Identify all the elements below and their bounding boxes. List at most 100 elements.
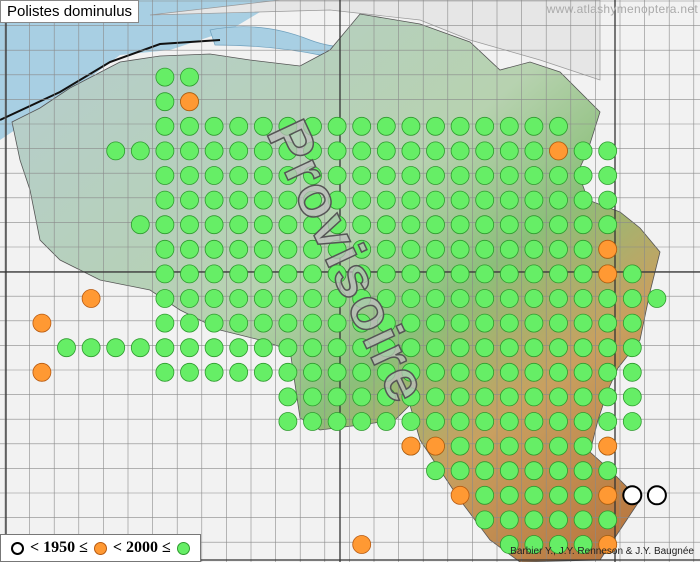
record-green-dot	[524, 190, 544, 210]
record-green-dot	[426, 264, 445, 284]
record-green-dot	[573, 166, 593, 185]
record-green-dot	[598, 166, 618, 185]
record-green-dot	[450, 289, 470, 308]
record-green-dot	[352, 141, 372, 161]
record-green-dot	[475, 436, 495, 456]
record-green-dot	[598, 461, 618, 481]
record-green-dot	[401, 166, 421, 185]
record-green-dot	[426, 166, 445, 185]
record-green-dot	[401, 141, 421, 161]
record-green-dot	[573, 510, 593, 530]
record-orange-dot	[32, 362, 52, 382]
record-green-dot	[327, 362, 347, 382]
record-orange-dot	[426, 436, 445, 456]
record-green-dot	[253, 338, 273, 358]
record-green-dot	[180, 362, 199, 382]
record-green-dot	[376, 116, 396, 136]
record-green-dot	[204, 166, 224, 185]
record-green-dot	[229, 239, 249, 259]
record-green-dot	[475, 338, 495, 358]
record-green-dot	[524, 116, 544, 136]
record-green-dot	[524, 436, 544, 456]
record-green-dot	[598, 141, 618, 161]
record-green-dot	[475, 190, 495, 210]
record-green-dot	[253, 313, 273, 333]
record-green-dot	[450, 166, 470, 185]
record-green-dot	[499, 166, 519, 185]
record-green-dot	[475, 387, 495, 407]
record-green-dot	[303, 313, 322, 333]
record-green-dot	[598, 510, 618, 530]
record-green-dot	[450, 313, 470, 333]
record-green-dot	[204, 313, 224, 333]
record-green-dot	[401, 264, 421, 284]
record-green-dot	[499, 190, 519, 210]
record-green-dot	[180, 67, 199, 87]
record-green-dot	[155, 92, 175, 112]
record-green-dot	[229, 289, 249, 308]
record-green-dot	[598, 289, 618, 308]
record-green-dot	[303, 338, 322, 358]
record-green-dot	[622, 264, 642, 284]
record-green-dot	[475, 412, 495, 431]
record-green-dot	[524, 313, 544, 333]
record-green-dot	[155, 166, 175, 185]
record-green-dot	[426, 313, 445, 333]
record-green-dot	[229, 116, 249, 136]
record-green-dot	[180, 166, 199, 185]
record-green-dot	[278, 264, 298, 284]
record-green-dot	[229, 362, 249, 382]
record-green-dot	[327, 412, 347, 431]
record-green-dot	[229, 264, 249, 284]
record-green-dot	[450, 190, 470, 210]
record-green-dot	[426, 239, 445, 259]
record-green-dot	[499, 141, 519, 161]
record-green-dot	[155, 313, 175, 333]
map-title: Polistes dominulus	[0, 0, 140, 23]
record-orange-dot	[81, 289, 101, 308]
record-green-dot	[475, 289, 495, 308]
record-orange-dot	[401, 436, 421, 456]
record-green-dot	[450, 362, 470, 382]
record-green-dot	[180, 190, 199, 210]
record-green-dot	[376, 412, 396, 431]
website-url[interactable]: www.atlashymenoptera.net	[547, 2, 698, 16]
record-green-dot	[229, 166, 249, 185]
record-green-dot	[303, 387, 322, 407]
record-green-dot	[524, 166, 544, 185]
record-orange-dot	[549, 141, 568, 161]
record-green-dot	[278, 338, 298, 358]
record-green-dot	[499, 313, 519, 333]
record-green-dot	[524, 510, 544, 530]
record-green-dot	[499, 215, 519, 235]
record-green-dot	[278, 289, 298, 308]
legend-green-circle-icon	[176, 541, 190, 555]
record-green-dot	[598, 387, 618, 407]
legend-label-1950: < 1950 ≤	[30, 539, 88, 556]
record-green-dot	[622, 362, 642, 382]
record-green-dot	[278, 362, 298, 382]
record-green-dot	[204, 362, 224, 382]
record-green-dot	[352, 412, 372, 431]
record-green-dot	[376, 166, 396, 185]
record-green-dot	[598, 313, 618, 333]
record-green-dot	[475, 166, 495, 185]
record-green-dot	[426, 461, 445, 481]
record-green-dot	[204, 264, 224, 284]
record-green-dot	[647, 289, 667, 308]
record-green-dot	[549, 461, 568, 481]
record-green-dot	[549, 510, 568, 530]
record-green-dot	[450, 239, 470, 259]
record-orange-dot	[598, 239, 618, 259]
record-green-dot	[401, 412, 421, 431]
record-orange-dot	[32, 313, 52, 333]
record-green-dot	[549, 190, 568, 210]
record-green-dot	[524, 141, 544, 161]
record-green-dot	[376, 141, 396, 161]
record-orange-dot	[352, 535, 372, 554]
record-green-dot	[598, 412, 618, 431]
record-green-dot	[573, 215, 593, 235]
record-green-dot	[155, 215, 175, 235]
record-green-dot	[450, 116, 470, 136]
record-green-dot	[401, 215, 421, 235]
